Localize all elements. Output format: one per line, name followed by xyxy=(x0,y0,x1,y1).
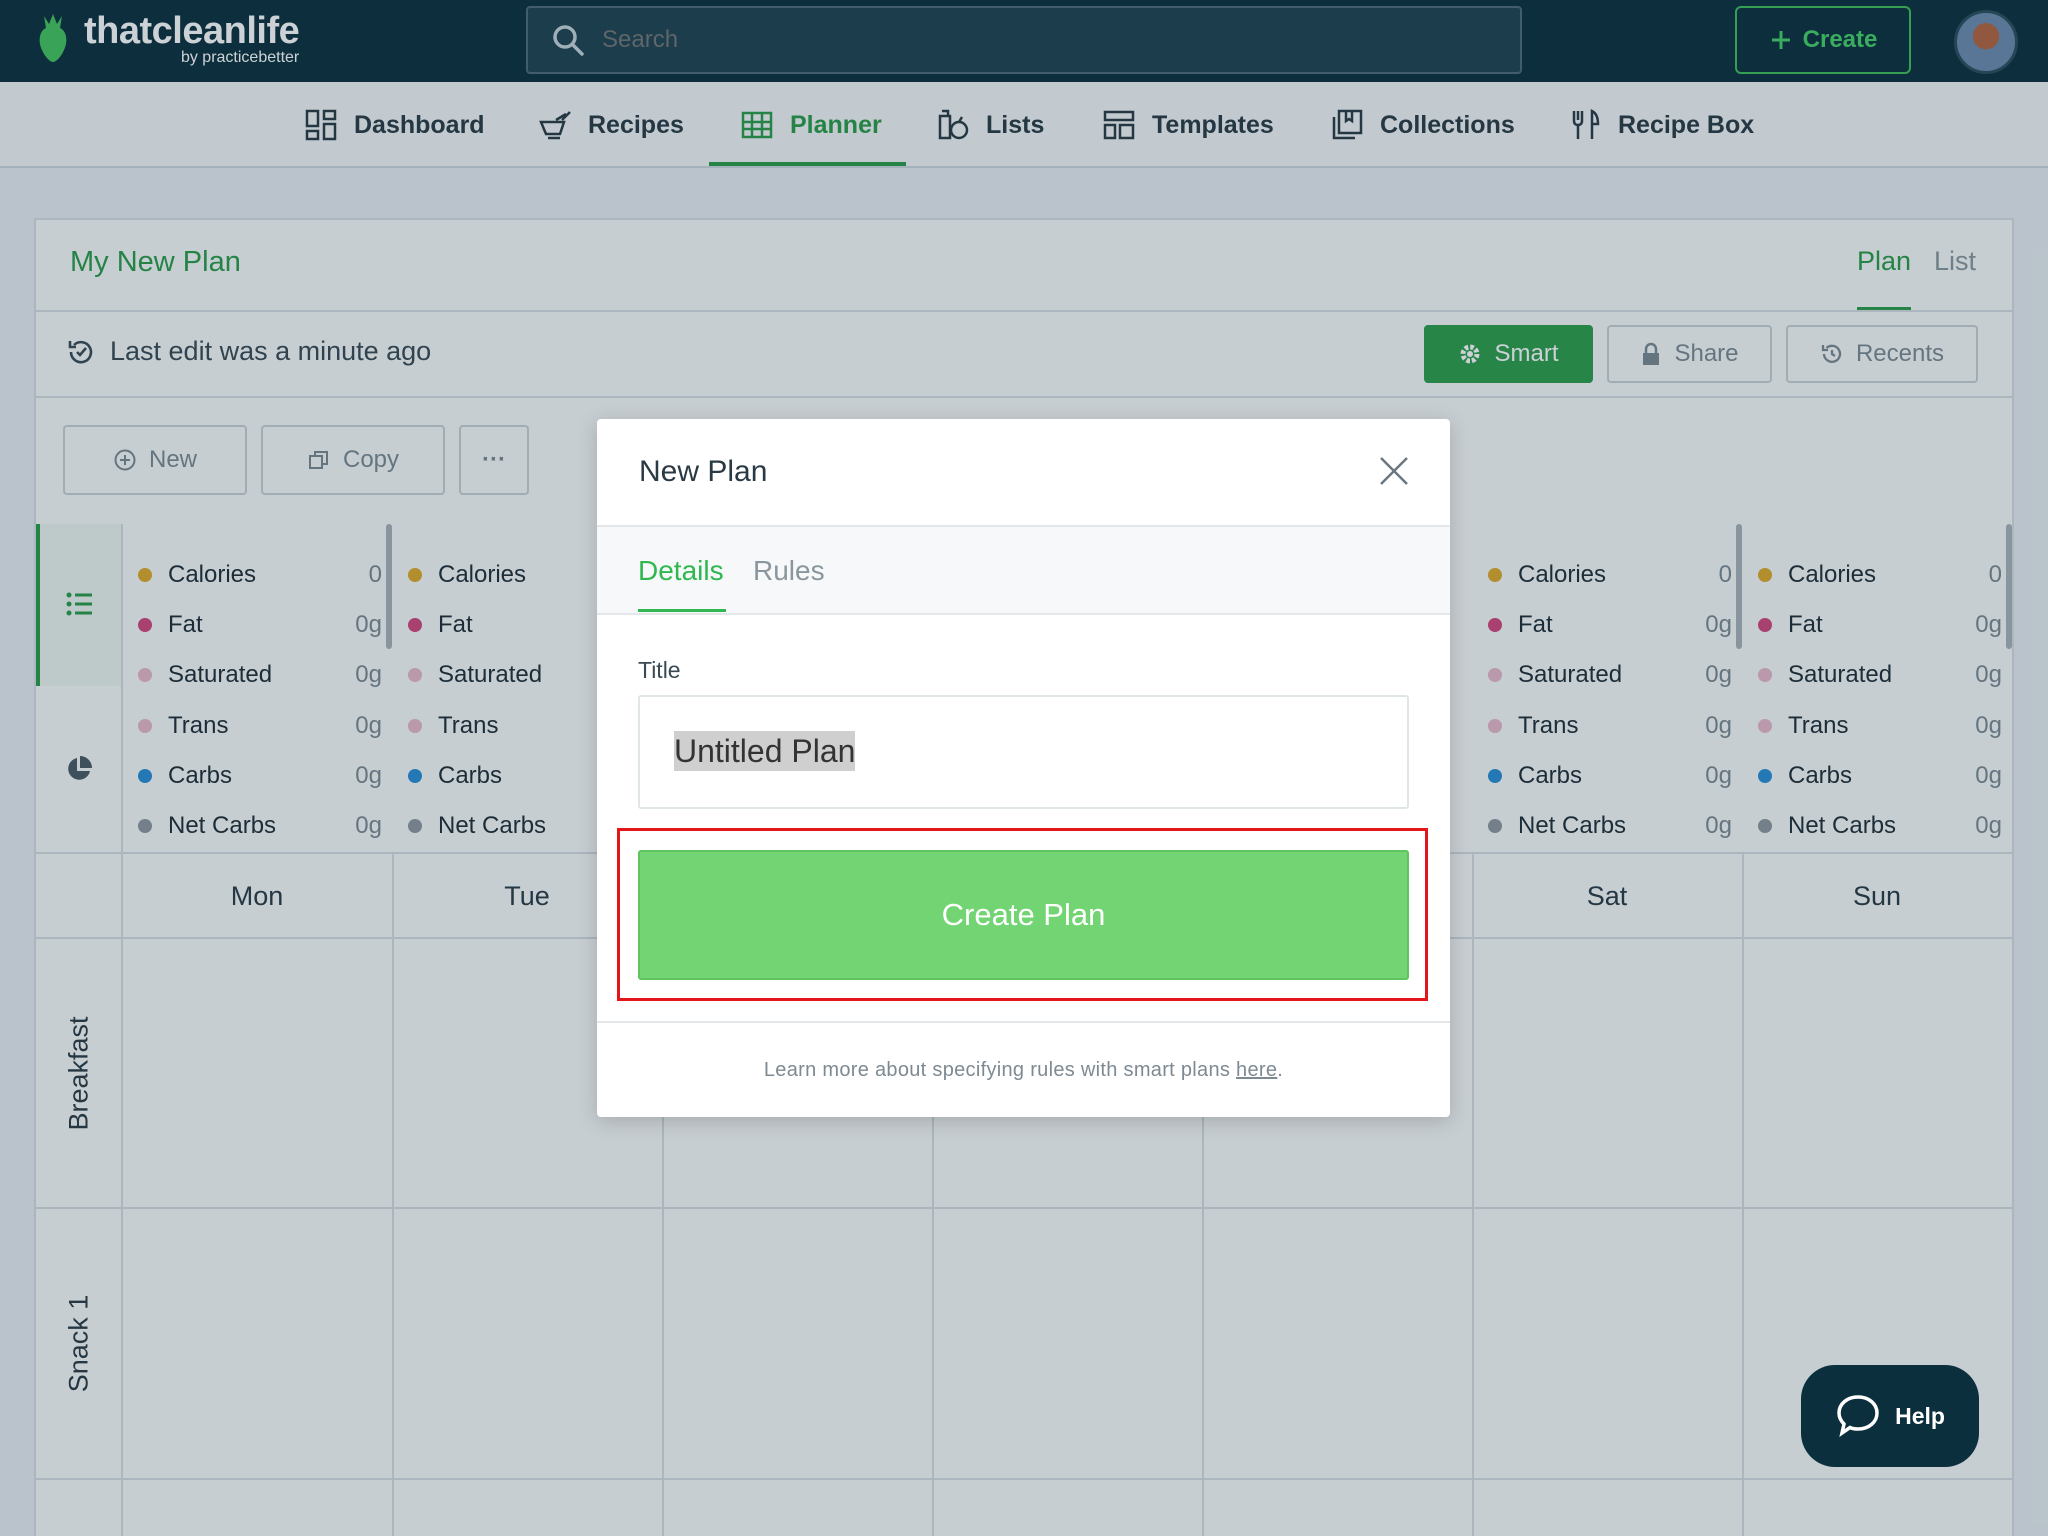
modal-title: New Plan xyxy=(639,455,768,488)
title-field-value[interactable]: Untitled Plan xyxy=(674,731,856,771)
new-plan-modal: New Plan Details Rules Title Untitled Pl… xyxy=(597,419,1450,1117)
tab-rules[interactable]: Rules xyxy=(753,555,825,587)
modal-tabs: Details Rules xyxy=(597,527,1450,615)
learn-more-text: Learn more about specifying rules with s… xyxy=(763,1059,1284,1081)
learn-more-link[interactable]: here xyxy=(1236,1059,1277,1081)
chat-bubble-icon xyxy=(1837,1395,1879,1437)
close-icon[interactable] xyxy=(1376,453,1412,489)
title-field-label: Title xyxy=(638,657,681,683)
create-plan-button[interactable]: Create Plan xyxy=(638,850,1409,980)
modal-tab-indicator xyxy=(638,609,726,612)
tab-details[interactable]: Details xyxy=(638,555,724,587)
divider xyxy=(597,1021,1450,1023)
modal-header: New Plan xyxy=(597,419,1450,527)
help-button[interactable]: Help xyxy=(1801,1365,1979,1467)
